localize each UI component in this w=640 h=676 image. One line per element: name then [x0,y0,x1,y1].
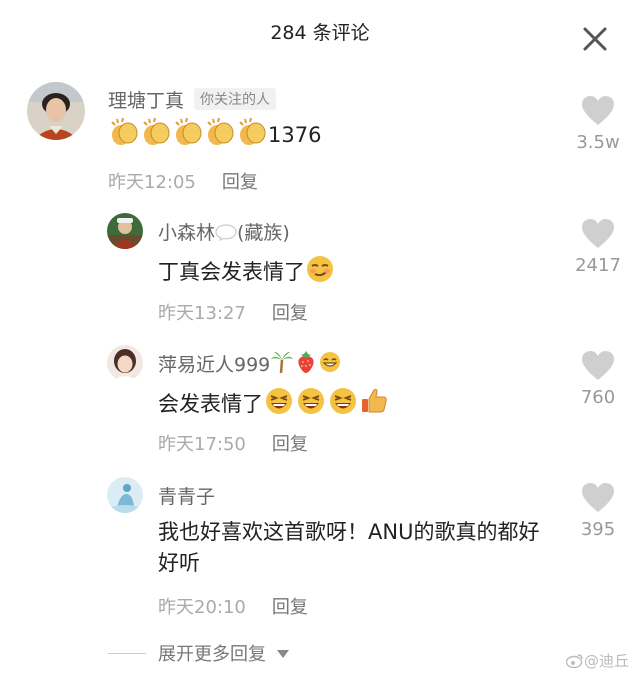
grinning-emoji [318,350,342,379]
thumbs-up-emoji [359,386,389,425]
comment-author-name[interactable]: 青青子 [158,482,215,509]
comment-time: 昨天12:05 [108,172,196,193]
watermark-text: @迪丘 [584,652,630,670]
comment-meta: 昨天13:27 回复 [158,299,308,325]
avatar[interactable] [107,213,143,249]
comments-count-title: 284 条评论 [270,22,370,44]
clapping-hands-emoji [236,117,268,156]
expand-more-replies-button[interactable]: 展开更多回复 [108,640,290,666]
laughing-emoji [295,386,327,425]
comment-author-name[interactable]: 萍易近人999 [158,350,342,379]
weibo-icon [565,654,583,669]
clapping-hands-emoji [172,117,204,156]
comment-text: 丁真会发表情了 [158,254,335,293]
like-count: 3.5w [576,132,620,153]
author-name-text: 萍易近人999 [158,354,271,376]
heart-icon [582,483,614,512]
comment-author-name[interactable]: 理塘丁真 你关注的人 [108,86,277,113]
reply-button[interactable]: 回复 [222,172,258,193]
comment-text: 1376 [108,117,321,156]
laughing-emoji [263,386,295,425]
clapping-hands-emoji [108,117,140,156]
comment-author-name[interactable]: 小森林 (藏族) [158,218,290,246]
comment-meta: 昨天12:05 回复 [108,168,258,194]
comment-text: 我也好喜欢这首歌呀！ANU的歌真的都好好听 [158,520,540,575]
comment-meta: 昨天17:50 回复 [158,430,308,456]
reply-button[interactable]: 回复 [272,434,308,455]
like-button[interactable]: 2417 [568,218,628,276]
clapping-hands-emoji [140,117,172,156]
heart-icon [582,219,614,248]
reply-button[interactable]: 回复 [272,597,308,618]
heart-icon [582,351,614,380]
comment-time: 昨天13:27 [158,303,246,324]
avatar[interactable] [107,477,143,513]
comment-time: 昨天17:50 [158,434,246,455]
divider-line [108,653,146,654]
chevron-down-icon [276,650,289,658]
speech-bubble-emoji [215,223,237,246]
author-name-suffix: (藏族) [237,222,290,244]
comment-text-value: 1376 [268,123,322,147]
like-button[interactable]: 3.5w [568,95,628,153]
strawberry-emoji [294,350,318,379]
comment-text: 会发表情了 [158,386,389,425]
comment-time: 昨天20:10 [158,597,246,618]
palm-tree-emoji [270,350,294,379]
author-name-text: 小森林 [158,222,216,244]
close-icon [583,27,607,51]
like-count: 760 [580,387,616,408]
author-name-text: 理塘丁真 [108,90,185,112]
like-button[interactable]: 760 [568,350,628,408]
watermark: @迪丘 [565,650,630,671]
like-button[interactable]: 395 [568,482,628,540]
close-button[interactable] [578,22,612,56]
comment-text-value: 丁真会发表情了 [158,260,305,284]
clapping-hands-emoji [204,117,236,156]
expand-label: 展开更多回复 [158,644,266,665]
reply-button[interactable]: 回复 [272,303,308,324]
avatar[interactable] [107,345,143,381]
avatar[interactable] [27,82,85,140]
laughing-emoji [327,386,359,425]
comment-meta: 昨天20:10 回复 [158,593,308,619]
like-count: 395 [580,519,616,540]
like-count: 2417 [575,255,621,276]
smirk-emoji [305,254,335,293]
heart-icon [582,96,614,125]
followed-badge: 你关注的人 [194,88,277,110]
comment-text-value: 会发表情了 [158,392,263,416]
